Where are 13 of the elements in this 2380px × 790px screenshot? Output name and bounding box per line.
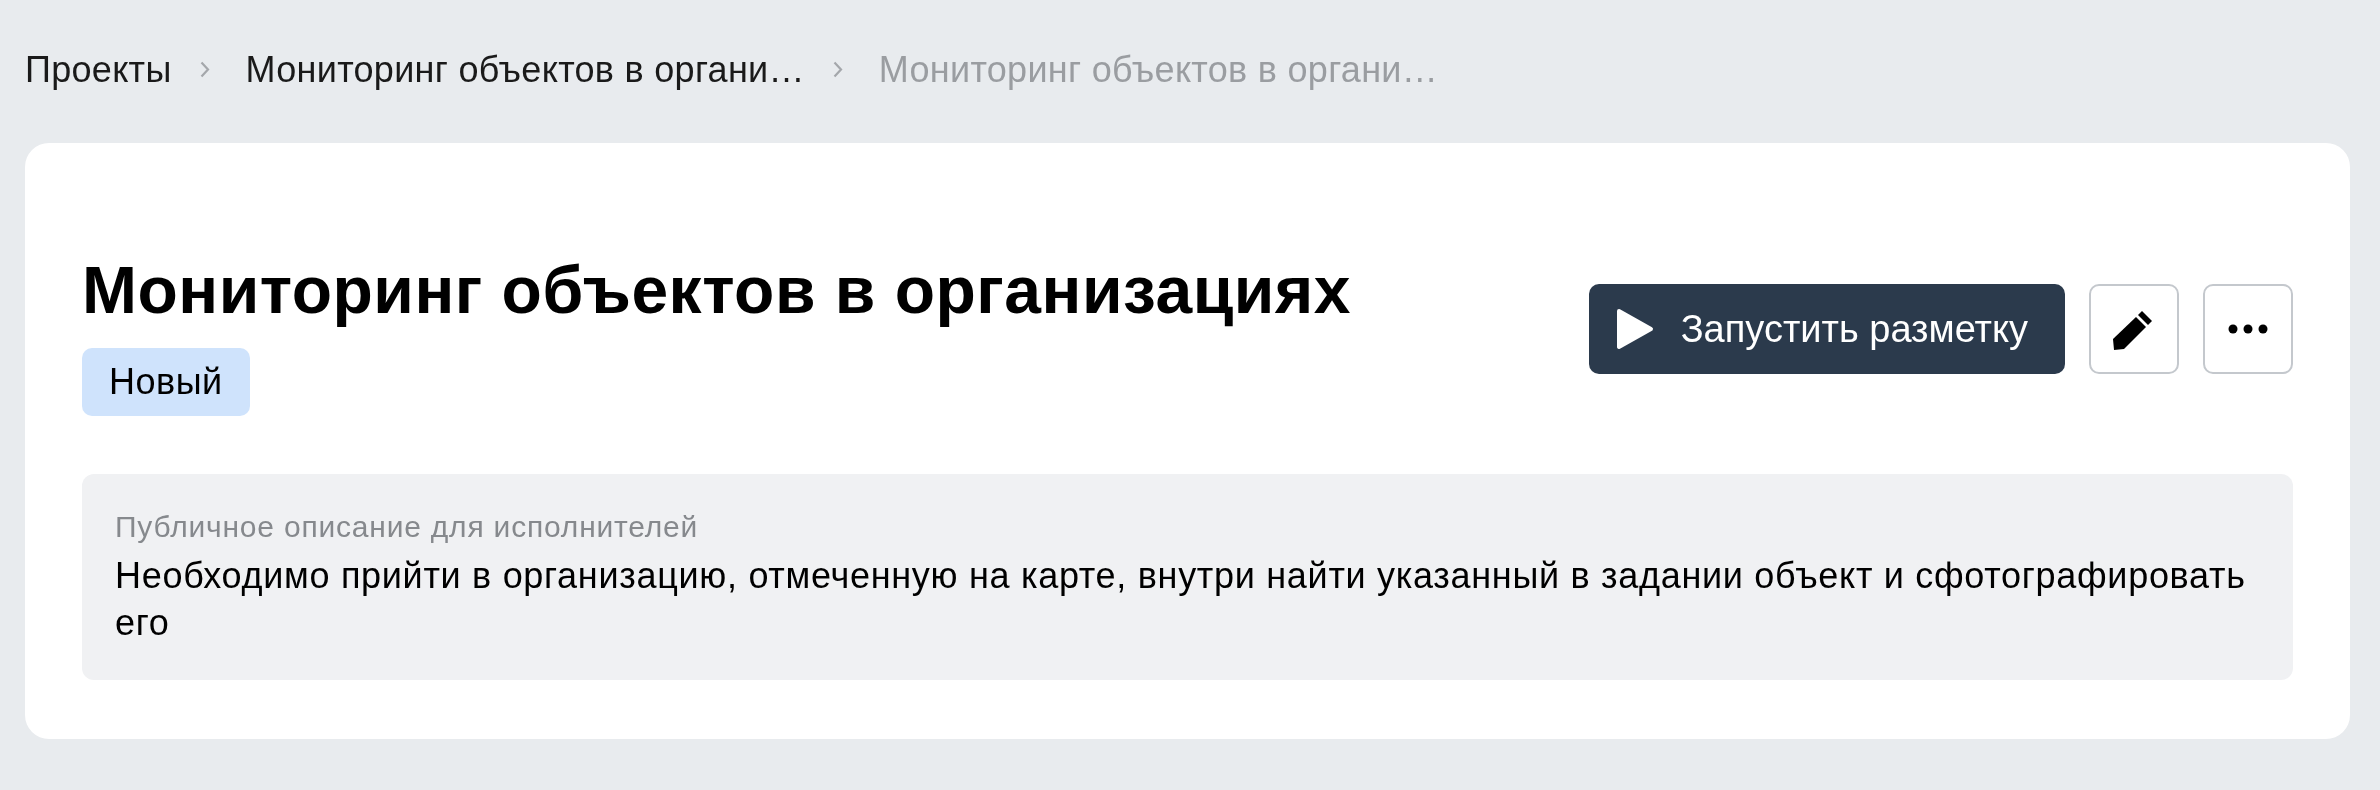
project-title: Мониторинг объектов в организациях [82, 252, 1351, 329]
more-icon [2228, 324, 2268, 334]
more-button[interactable] [2203, 284, 2293, 374]
description-text: Необходимо прийти в организацию, отмеченную на карте, внутри найти указанный в задании объект и сфотографировать его [115, 554, 2247, 645]
edit-button[interactable] [2089, 284, 2179, 374]
status-badge: Новый [82, 348, 250, 416]
chevron-icon [832, 61, 843, 78]
description-label: Публичное описание для исполнителей [115, 509, 700, 545]
start-labeling-button[interactable]: Запустить разметку [1588, 284, 2065, 374]
chevron-icon [199, 61, 210, 78]
play-icon [1615, 308, 1654, 350]
breadcrumb-link[interactable]: Мониторинг объектов в органи… [245, 48, 805, 91]
breadcrumb-link[interactable]: Проекты [25, 48, 172, 91]
